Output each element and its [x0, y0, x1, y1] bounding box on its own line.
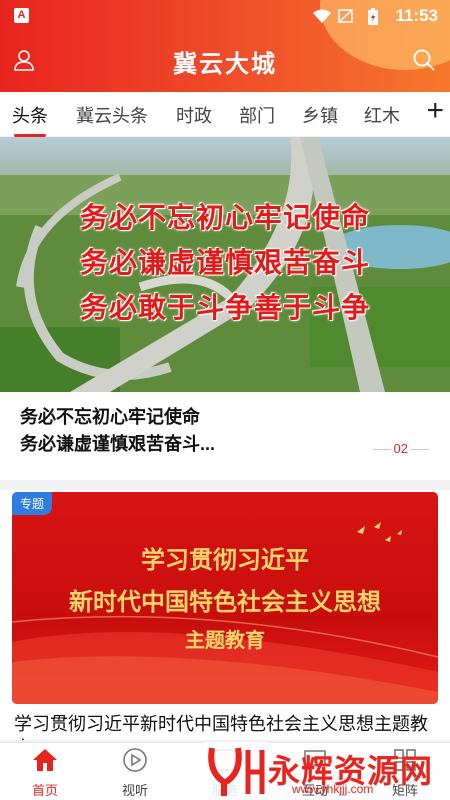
carousel-page-indicator: 02 [370, 441, 432, 456]
search-button[interactable] [412, 48, 438, 74]
slogan-line: 务必谦虚谨慎艰苦奋斗 [79, 247, 370, 278]
caption-line: 务必谦虚谨慎艰苦奋斗... [20, 434, 216, 454]
hero-caption[interactable]: 务必不忘初心牢记使命 务必谦虚谨慎艰苦奋斗... 02 [0, 392, 450, 480]
tab-towns[interactable]: 乡镇 [302, 102, 338, 128]
caption-line: 务必不忘初心牢记使命 [20, 407, 200, 427]
nav-home[interactable]: 首页 [15, 747, 75, 799]
slogan-line: 务必不忘初心牢记使命 [79, 202, 370, 233]
banner-line: 新时代中国特色社会主义思想 [69, 587, 381, 616]
status-time: 11:53 [395, 6, 438, 25]
status-bar: A 11:53 [0, 0, 450, 32]
play-icon [123, 748, 147, 772]
tab-jiyun-headline[interactable]: 冀云头条 [76, 102, 148, 128]
tab-mahogany[interactable]: 红木 [364, 102, 400, 128]
tab-politics[interactable]: 时政 [176, 102, 212, 128]
home-icon [33, 749, 57, 771]
channel-tabs: 头条 冀云头条 时政 部门 乡镇 红木 + [0, 92, 450, 137]
topic-banner[interactable]: 专题 学习贯彻习近平 新时代中国特色社会主义思想 主题教育 [12, 492, 438, 704]
battery-icon [368, 8, 378, 25]
topic-card[interactable]: 专题 学习贯彻习近平 新时代中国特色社会主义思想 主题教育 学习贯彻习近平新时代… [0, 490, 450, 740]
tab-headline[interactable]: 头条 [12, 102, 48, 137]
tab-departments[interactable]: 部门 [239, 102, 275, 128]
slogan-line: 务必敢于斗争善于斗争 [79, 292, 370, 323]
watermark: 永辉资源网 www.yhkjjj.com [200, 742, 450, 800]
nav-label: 视听 [121, 783, 148, 798]
nav-label: 首页 [31, 783, 58, 798]
add-channel-button[interactable]: + [426, 96, 444, 126]
wifi-icon [313, 9, 331, 23]
watermark-url: www.yhkjjj.com [292, 782, 374, 796]
banner-line: 学习贯彻习近平 [141, 545, 309, 574]
nav-media[interactable]: 视听 [105, 747, 165, 799]
app-notification-icon: A [14, 8, 29, 23]
banner-line: 主题教育 [185, 628, 265, 652]
hero-carousel[interactable]: 务必不忘初心牢记使命 务必谦虚谨慎艰苦奋斗 务必敢于斗争善于斗争 [0, 137, 450, 392]
app-header: A 11:53 冀云大城 [0, 0, 450, 92]
page-title: 冀云大城 [173, 51, 277, 78]
search-icon [413, 49, 435, 71]
topic-badge: 专题 [12, 492, 53, 515]
watermark-logo-icon [204, 742, 268, 798]
signal-icon [338, 9, 353, 23]
hero-slogans: 务必不忘初心牢记使命 务必谦虚谨慎艰苦奋斗 务必敢于斗争善于斗争 [0, 195, 450, 330]
topic-title: 学习贯彻习近平新时代中国特色社会主义思想主题教育 [14, 714, 428, 740]
